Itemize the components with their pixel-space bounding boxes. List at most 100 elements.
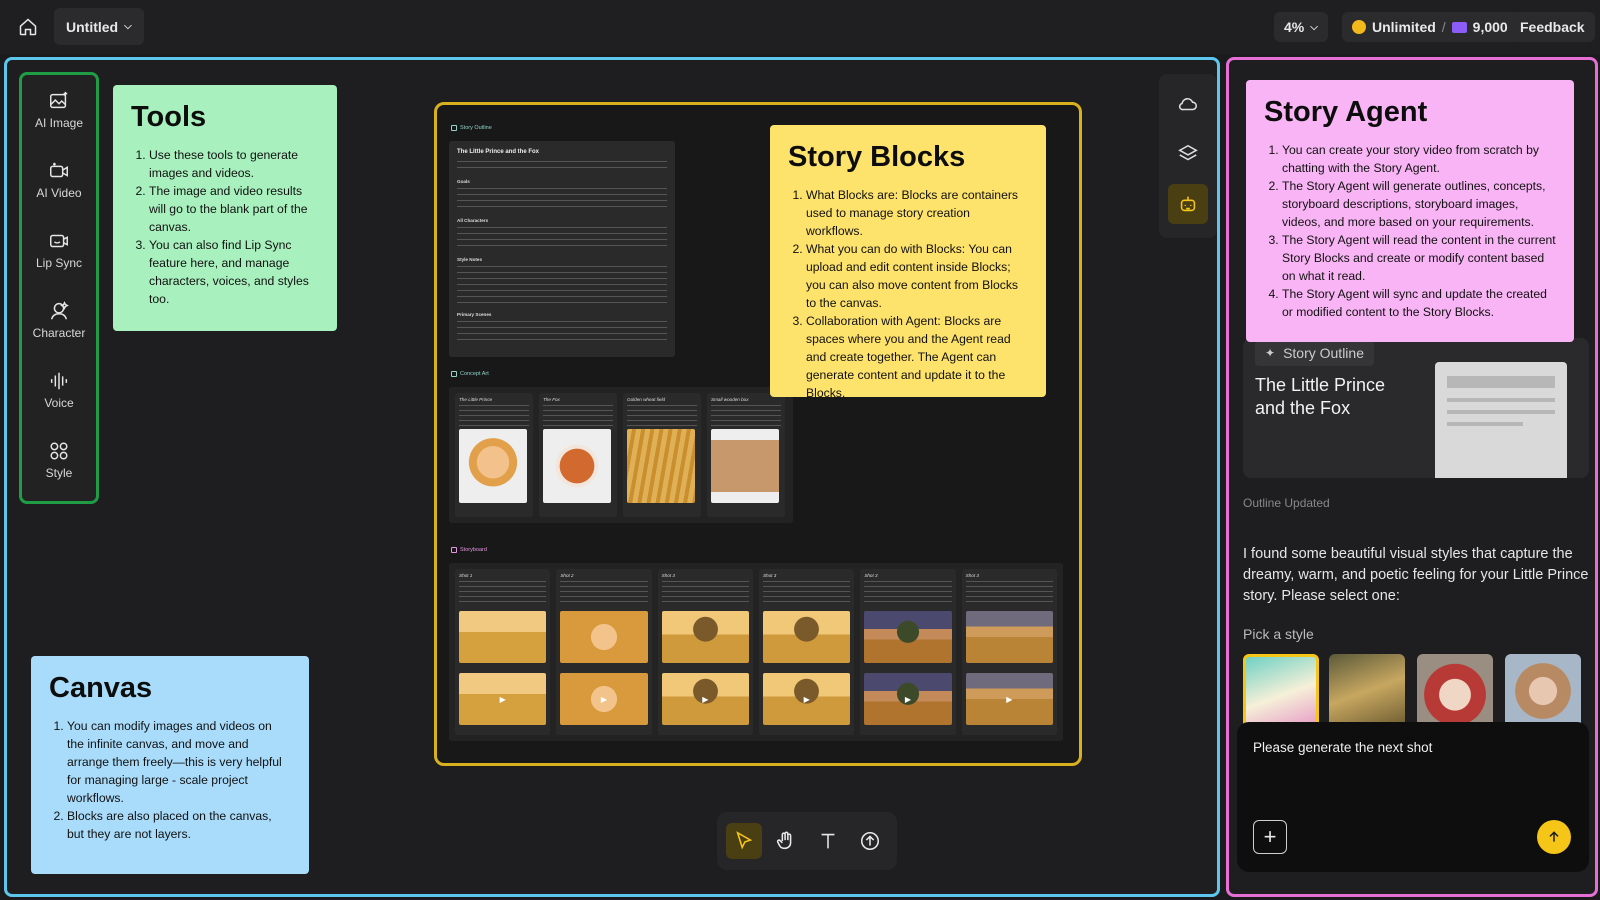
play-icon: ▶ xyxy=(1006,694,1013,704)
layers-icon[interactable] xyxy=(1168,134,1208,174)
story-agent-panel: ✦ Story Outline The Little Prince and th… xyxy=(1226,57,1598,897)
story-blocks-note[interactable]: Story Blocks What Blocks are: Blocks are… xyxy=(770,125,1046,400)
shot-video[interactable]: ▶ xyxy=(560,673,648,725)
story-outline-card[interactable]: The Little Prince and the Fox Goals All … xyxy=(449,141,675,357)
concept-card[interactable]: The Little Prince xyxy=(455,393,533,517)
tool-label: Character xyxy=(32,326,86,340)
home-icon[interactable] xyxy=(14,14,42,40)
chevron-down-icon: ⌵ xyxy=(1310,21,1318,33)
cursor-icon xyxy=(736,831,753,850)
concept-name: The Little Prince xyxy=(459,397,493,402)
image-sparkle-icon xyxy=(50,91,68,109)
shot-video[interactable]: ▶ xyxy=(661,673,749,725)
upload-tool-button[interactable] xyxy=(852,823,888,859)
note-item: The Story Agent will sync and update the… xyxy=(1282,285,1556,321)
voice-tool[interactable]: Voice xyxy=(22,355,96,425)
text-tool-button[interactable] xyxy=(810,823,846,859)
feedback-label: Feedback xyxy=(1520,19,1585,35)
story-outline-block-label[interactable]: Story Outline xyxy=(451,125,492,131)
status-text: Outline Updated xyxy=(1243,496,1330,510)
shot-image xyxy=(762,611,851,663)
shot-card[interactable]: Shot 3 ▶ xyxy=(657,569,753,735)
select-tool-button[interactable] xyxy=(726,823,762,859)
character-tool[interactable]: Character xyxy=(22,285,96,355)
zoom-value: 4% xyxy=(1284,19,1305,35)
canvas-note[interactable]: Canvas You can modify images and videos … xyxy=(31,656,309,874)
outline-updated-card[interactable]: ✦ Story Outline The Little Prince and th… xyxy=(1243,338,1589,478)
concept-card[interactable]: Golden wheat field xyxy=(623,393,701,517)
concept-card[interactable]: Small wooden box xyxy=(707,393,785,517)
plan-label: Unlimited xyxy=(1372,19,1436,35)
shot-label: Shot 3 xyxy=(762,573,777,578)
concept-art-block-label[interactable]: Concept Art xyxy=(451,371,489,377)
canvas-bottom-toolbar xyxy=(717,812,897,870)
note-title: Story Blocks xyxy=(788,141,966,173)
outline-sparkle-icon: ✦ xyxy=(1265,346,1276,360)
shot-label: Shot 2 xyxy=(560,573,574,578)
plus-icon: + xyxy=(1263,824,1277,849)
style-option[interactable] xyxy=(1243,654,1319,728)
shot-card[interactable]: Shot 2 ▶ xyxy=(556,569,652,735)
lip-sync-tool[interactable]: Lip Sync xyxy=(22,215,96,285)
zoom-dropdown[interactable]: 4% ⌵ xyxy=(1274,12,1328,42)
tool-label: AI Image xyxy=(34,116,84,130)
shot-video[interactable]: ▶ xyxy=(864,673,952,725)
shot-video[interactable]: ▶ xyxy=(762,673,851,725)
style-option[interactable] xyxy=(1417,654,1493,728)
note-item: What Blocks are: Blocks are containers u… xyxy=(806,186,1028,240)
add-attachment-button[interactable]: + xyxy=(1253,820,1287,854)
shot-card[interactable]: Shot 1 ▶ xyxy=(455,569,551,735)
note-item: You can modify images and videos on the … xyxy=(67,717,291,807)
cloud-icon[interactable] xyxy=(1168,84,1208,124)
chat-input-box[interactable]: Please generate the next shot + xyxy=(1237,722,1589,872)
note-item: What you can do with Blocks: You can upl… xyxy=(806,240,1028,312)
coin-icon xyxy=(1352,20,1366,34)
send-button[interactable] xyxy=(1537,820,1571,854)
shot-image xyxy=(459,611,547,663)
shot-image xyxy=(864,611,952,663)
shot-video[interactable]: ▶ xyxy=(459,673,547,725)
note-title: Story Agent xyxy=(1264,96,1428,128)
video-sparkle-icon xyxy=(50,162,68,178)
project-title-dropdown[interactable]: Untitled ⌵ xyxy=(54,8,144,45)
shot-image xyxy=(965,611,1053,663)
shot-card[interactable]: Shot 3 ▶ xyxy=(961,569,1057,735)
chat-input[interactable]: Please generate the next shot xyxy=(1253,740,1432,755)
feedback-button[interactable]: Feedback xyxy=(1510,12,1595,42)
concept-card[interactable]: The Fox xyxy=(539,393,617,517)
style-icon xyxy=(50,442,68,460)
shot-card[interactable]: Shot 3 ▶ xyxy=(860,569,956,735)
outline-section: All Characters xyxy=(457,218,489,223)
play-icon: ▶ xyxy=(904,694,912,704)
note-item: Blocks are also placed on the canvas, bu… xyxy=(67,807,291,843)
concept-name: Golden wheat field xyxy=(627,397,666,402)
shot-image xyxy=(661,611,749,663)
style-tool[interactable]: Style xyxy=(22,425,96,495)
credits-display[interactable]: Unlimited / 9,000 xyxy=(1342,12,1518,42)
note-title: Tools xyxy=(131,101,207,133)
concept-name: The Fox xyxy=(543,397,560,402)
ai-image-tool[interactable]: AI Image xyxy=(22,75,96,145)
canvas-side-toolbar xyxy=(1159,74,1217,238)
ai-video-tool[interactable]: AI Video xyxy=(22,145,96,215)
story-agent-note[interactable]: Story Agent You can create your story vi… xyxy=(1246,80,1574,342)
concept-name: Small wooden box xyxy=(711,397,749,402)
story-blocks-frame[interactable]: Story Outline The Little Prince and the … xyxy=(434,102,1082,766)
shot-card[interactable]: Shot 3 ▶ xyxy=(758,569,855,735)
project-title: Untitled xyxy=(66,18,119,35)
style-option[interactable] xyxy=(1505,654,1581,728)
tools-note[interactable]: Tools Use these tools to generate images… xyxy=(113,85,337,331)
canvas[interactable]: AI Image AI Video Lip Sync Character Voi… xyxy=(4,57,1220,897)
style-option[interactable] xyxy=(1329,654,1405,728)
video-credit-icon xyxy=(1451,21,1467,33)
outline-doc-thumbnail xyxy=(1435,362,1567,478)
agent-icon[interactable] xyxy=(1168,184,1208,224)
concept-image xyxy=(711,429,779,503)
hand-tool-button[interactable] xyxy=(768,823,804,859)
note-list: You can create your story video from scr… xyxy=(1264,141,1556,321)
outline-section: Primary Scenes xyxy=(457,312,492,317)
outline-section: Goals xyxy=(457,179,470,184)
storyboard-block-label[interactable]: Storyboard xyxy=(451,547,487,553)
hand-icon xyxy=(776,831,792,850)
shot-video[interactable]: ▶ xyxy=(965,673,1053,725)
